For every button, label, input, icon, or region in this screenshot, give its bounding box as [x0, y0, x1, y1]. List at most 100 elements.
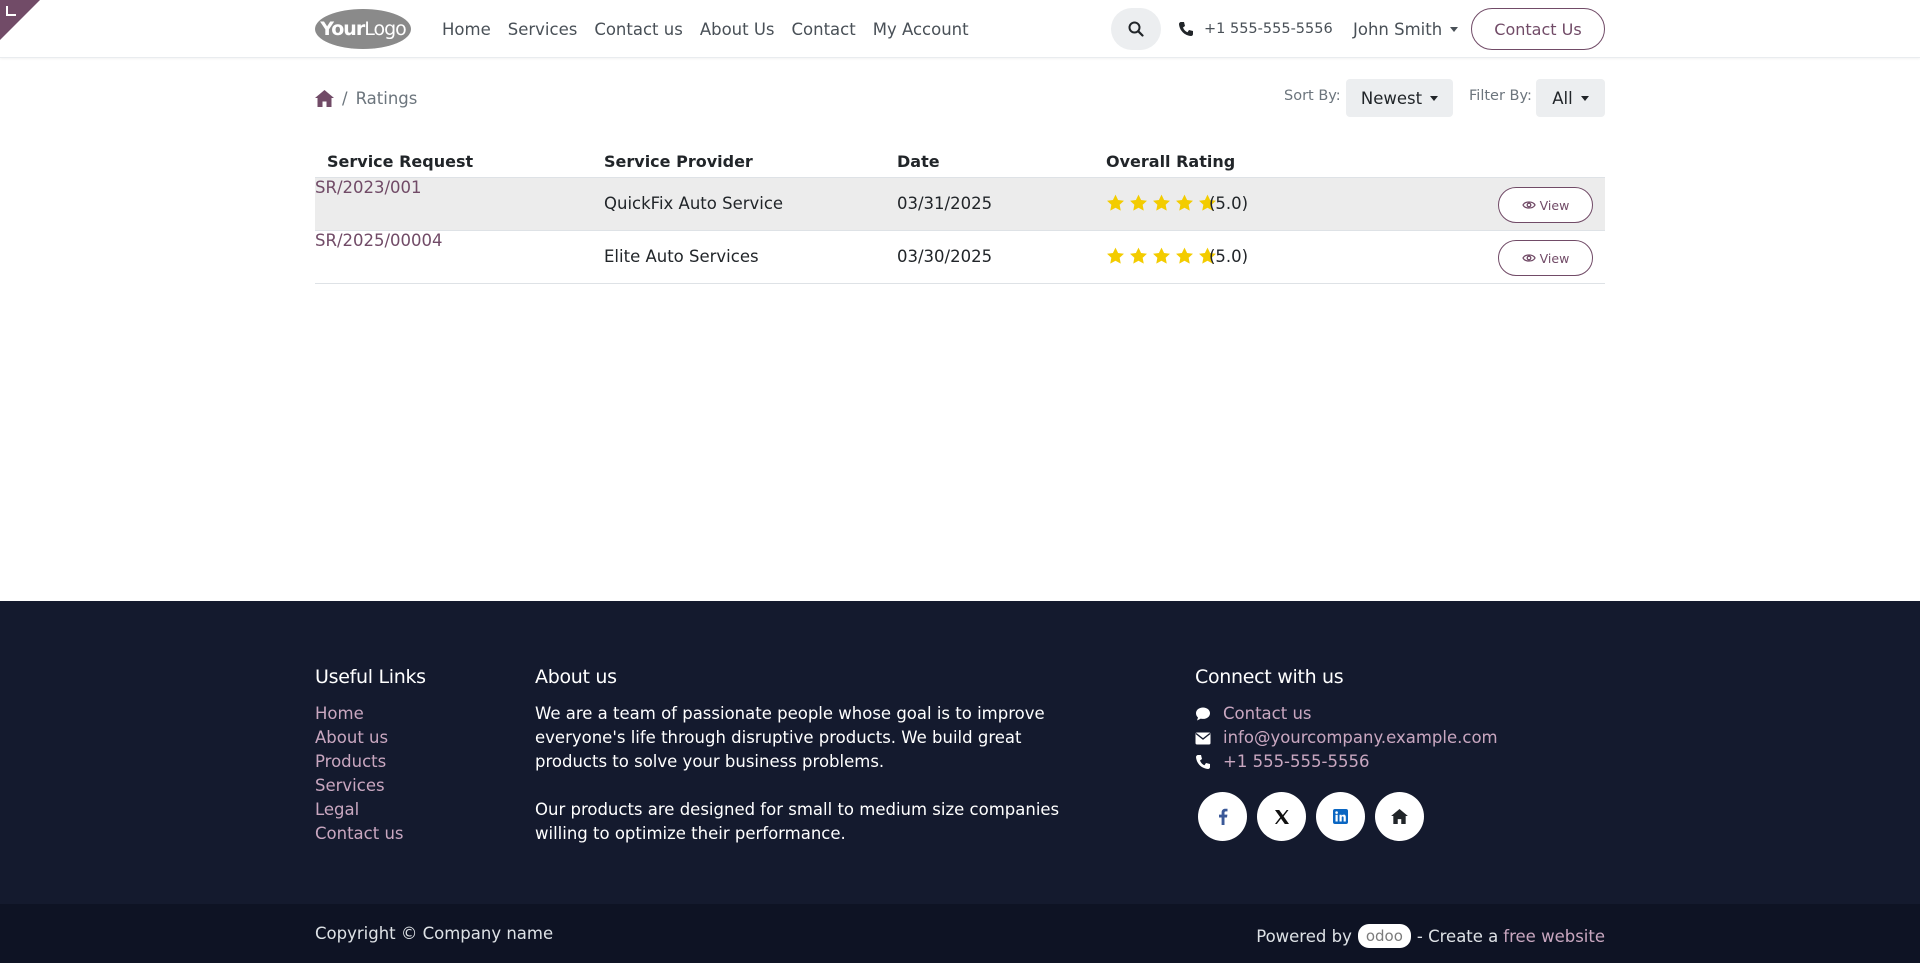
star-icon	[1107, 194, 1124, 211]
star-icon	[1130, 194, 1147, 211]
social-linkedin[interactable]	[1316, 792, 1365, 841]
footer-link-products[interactable]: Products	[315, 750, 426, 774]
chevron-down-icon	[1580, 95, 1589, 101]
useful-links-column: Useful Links Home About us Products Serv…	[315, 666, 426, 846]
table-row: SR/2025/00004 Elite Auto Services 03/30/…	[315, 231, 1605, 284]
chevron-down-icon	[1450, 26, 1459, 32]
view-label: View	[1539, 197, 1570, 213]
footer-link-about-us[interactable]: About us	[315, 726, 426, 750]
comment-icon	[1196, 707, 1210, 721]
footer-link-contact-us[interactable]: Contact us	[315, 822, 426, 846]
connect-contact-text: Contact us	[1223, 704, 1312, 723]
site-footer: Useful Links Home About us Products Serv…	[0, 601, 1920, 904]
service-provider: Elite Auto Services	[604, 247, 759, 266]
site-header: Your Logo Home Services Contact us About …	[0, 0, 1920, 58]
odoo-logo[interactable]: odoo	[1357, 924, 1411, 948]
header-phone-text: +1 555-555-5556	[1204, 21, 1333, 37]
home-icon	[1391, 809, 1408, 824]
filter-label: Filter By:	[1469, 88, 1532, 104]
social-facebook[interactable]	[1198, 792, 1247, 841]
about-title: About us	[535, 666, 617, 688]
powered-by-text: Powered by	[1256, 926, 1352, 946]
phone-icon	[1196, 755, 1210, 769]
nav-my-account[interactable]: My Account	[873, 20, 969, 39]
eye-icon	[1521, 201, 1536, 209]
nav-contact[interactable]: Contact	[792, 20, 856, 39]
logo-thin-text: Logo	[364, 18, 407, 40]
view-label: View	[1539, 250, 1570, 266]
powered-by: Powered by odoo - Create a free website	[1256, 924, 1605, 948]
connect-phone-text: +1 555-555-5556	[1223, 752, 1370, 771]
connect-title: Connect with us	[1195, 666, 1344, 688]
header-service-request: Service Request	[327, 152, 474, 171]
breadcrumb: / Ratings	[315, 86, 417, 110]
useful-links-title: Useful Links	[315, 666, 426, 688]
header-overall-rating: Overall Rating	[1106, 152, 1236, 171]
date: 03/30/2025	[897, 247, 993, 266]
about-paragraph-2: Our products are designed for small to m…	[535, 800, 1060, 843]
corner-mark-icon	[6, 6, 16, 16]
social-links	[1198, 792, 1498, 841]
nav-about-us[interactable]: About Us	[700, 20, 775, 39]
nav-home[interactable]: Home	[442, 20, 491, 39]
header-service-provider: Service Provider	[604, 152, 753, 171]
star-icon	[1153, 247, 1170, 264]
service-request-link[interactable]: SR/2023/001	[315, 178, 422, 197]
star-icon	[1130, 247, 1147, 264]
header-date: Date	[897, 152, 940, 171]
about-paragraph-1: We are a team of passionate people whose…	[535, 704, 1045, 771]
breadcrumb-separator: /	[342, 88, 348, 108]
nav-services[interactable]: Services	[508, 20, 578, 39]
rating-stars	[1106, 194, 1221, 212]
envelope-icon	[1195, 732, 1211, 744]
copyright-bar: Copyright © Company name Powered by odoo…	[0, 904, 1920, 963]
ratings-table: Service Request Service Provider Date Ov…	[315, 148, 1605, 284]
social-x[interactable]	[1257, 792, 1306, 841]
star-icon	[1153, 194, 1170, 211]
logo[interactable]: Your Logo	[315, 9, 411, 49]
free-website-link[interactable]: free website	[1503, 927, 1605, 946]
user-name: John Smith	[1353, 19, 1443, 39]
home-icon	[315, 89, 334, 107]
connect-phone-link[interactable]: +1 555-555-5556	[1195, 750, 1498, 774]
user-menu[interactable]: John Smith	[1353, 0, 1459, 58]
footer-link-home[interactable]: Home	[315, 702, 426, 726]
nav-contact-us[interactable]: Contact us	[594, 20, 683, 39]
connect-email-link[interactable]: info@yourcompany.example.com	[1195, 726, 1498, 750]
star-icon	[1176, 247, 1193, 264]
star-icon	[1107, 247, 1124, 264]
service-provider: QuickFix Auto Service	[604, 194, 784, 213]
connect-email-text: info@yourcompany.example.com	[1223, 728, 1498, 747]
breadcrumb-current: Ratings	[355, 88, 418, 108]
view-button[interactable]: View	[1498, 240, 1593, 276]
rating-score: (5.0)	[1209, 194, 1249, 213]
service-request-link[interactable]: SR/2025/00004	[315, 231, 443, 250]
search-icon	[1128, 21, 1144, 37]
table-header: Service Request Service Provider Date Ov…	[315, 148, 1605, 178]
contact-us-button[interactable]: Contact Us	[1471, 8, 1605, 50]
x-icon	[1274, 809, 1289, 824]
footer-link-services[interactable]: Services	[315, 774, 426, 798]
linkedin-icon	[1333, 809, 1348, 824]
search-button[interactable]	[1111, 8, 1161, 50]
social-home[interactable]	[1375, 792, 1424, 841]
footer-link-legal[interactable]: Legal	[315, 798, 426, 822]
date: 03/31/2025	[897, 194, 993, 213]
header-phone-link[interactable]: +1 555-555-5556	[1178, 0, 1333, 58]
sort-dropdown[interactable]: Newest	[1346, 79, 1453, 117]
star-icon	[1176, 194, 1193, 211]
sort-label: Sort By:	[1284, 88, 1341, 104]
breadcrumb-home[interactable]	[315, 89, 334, 107]
phone-icon	[1179, 22, 1193, 36]
filter-dropdown[interactable]: All	[1536, 79, 1605, 117]
table-row: SR/2023/001 QuickFix Auto Service 03/31/…	[315, 178, 1605, 231]
rating-stars	[1106, 247, 1221, 265]
connect-contact-link[interactable]: Contact us	[1195, 702, 1498, 726]
sort-value: Newest	[1360, 88, 1423, 108]
about-column: About us We are a team of passionate peo…	[535, 666, 1065, 846]
main-nav: Home Services Contact us About Us Contac…	[442, 0, 986, 58]
logo-bold-text: Your	[320, 18, 365, 40]
view-button[interactable]: View	[1498, 187, 1593, 223]
chevron-down-icon	[1430, 95, 1439, 101]
rating-score: (5.0)	[1209, 247, 1249, 266]
